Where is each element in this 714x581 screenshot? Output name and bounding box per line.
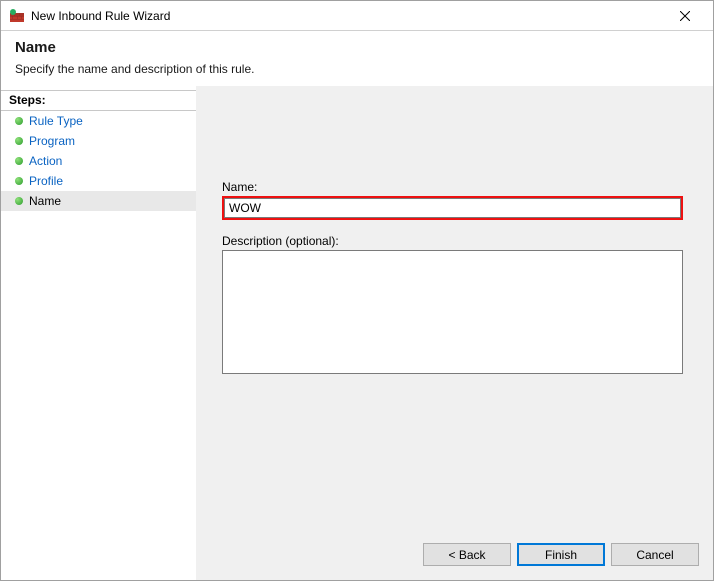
- window-title: New Inbound Rule Wizard: [31, 9, 665, 23]
- wizard-header: Name Specify the name and description of…: [1, 31, 713, 86]
- name-label: Name:: [222, 180, 683, 194]
- step-action[interactable]: Action: [1, 151, 196, 171]
- step-label: Action: [29, 154, 62, 168]
- close-icon: [680, 11, 690, 21]
- step-label: Name: [29, 194, 61, 208]
- page-title: Name: [15, 39, 699, 56]
- name-highlight: [222, 196, 683, 220]
- step-program[interactable]: Program: [1, 131, 196, 151]
- step-profile[interactable]: Profile: [1, 171, 196, 191]
- close-button[interactable]: [665, 2, 705, 30]
- description-input[interactable]: [222, 250, 683, 374]
- step-label: Profile: [29, 174, 63, 188]
- titlebar: New Inbound Rule Wizard: [1, 1, 713, 31]
- step-label: Rule Type: [29, 114, 83, 128]
- page-subtitle: Specify the name and description of this…: [15, 62, 699, 76]
- steps-sidebar: Steps: Rule Type Program Action Profile …: [1, 86, 196, 580]
- bullet-icon: [15, 157, 23, 165]
- bullet-icon: [15, 137, 23, 145]
- step-rule-type[interactable]: Rule Type: [1, 111, 196, 131]
- bullet-icon: [15, 117, 23, 125]
- description-label: Description (optional):: [222, 234, 683, 248]
- bullet-icon: [15, 197, 23, 205]
- back-button[interactable]: < Back: [423, 543, 511, 566]
- wizard-body: Steps: Rule Type Program Action Profile …: [1, 86, 713, 580]
- wizard-window: New Inbound Rule Wizard Name Specify the…: [0, 0, 714, 581]
- step-label: Program: [29, 134, 75, 148]
- steps-header: Steps:: [1, 90, 196, 111]
- name-input[interactable]: [224, 198, 681, 218]
- step-name[interactable]: Name: [1, 191, 196, 211]
- bullet-icon: [15, 177, 23, 185]
- cancel-button[interactable]: Cancel: [611, 543, 699, 566]
- firewall-icon: [9, 8, 25, 24]
- form-area: Name: Description (optional):: [196, 86, 713, 533]
- finish-button[interactable]: Finish: [517, 543, 605, 566]
- main-panel: Name: Description (optional): < Back Fin…: [196, 86, 713, 580]
- button-row: < Back Finish Cancel: [196, 533, 713, 580]
